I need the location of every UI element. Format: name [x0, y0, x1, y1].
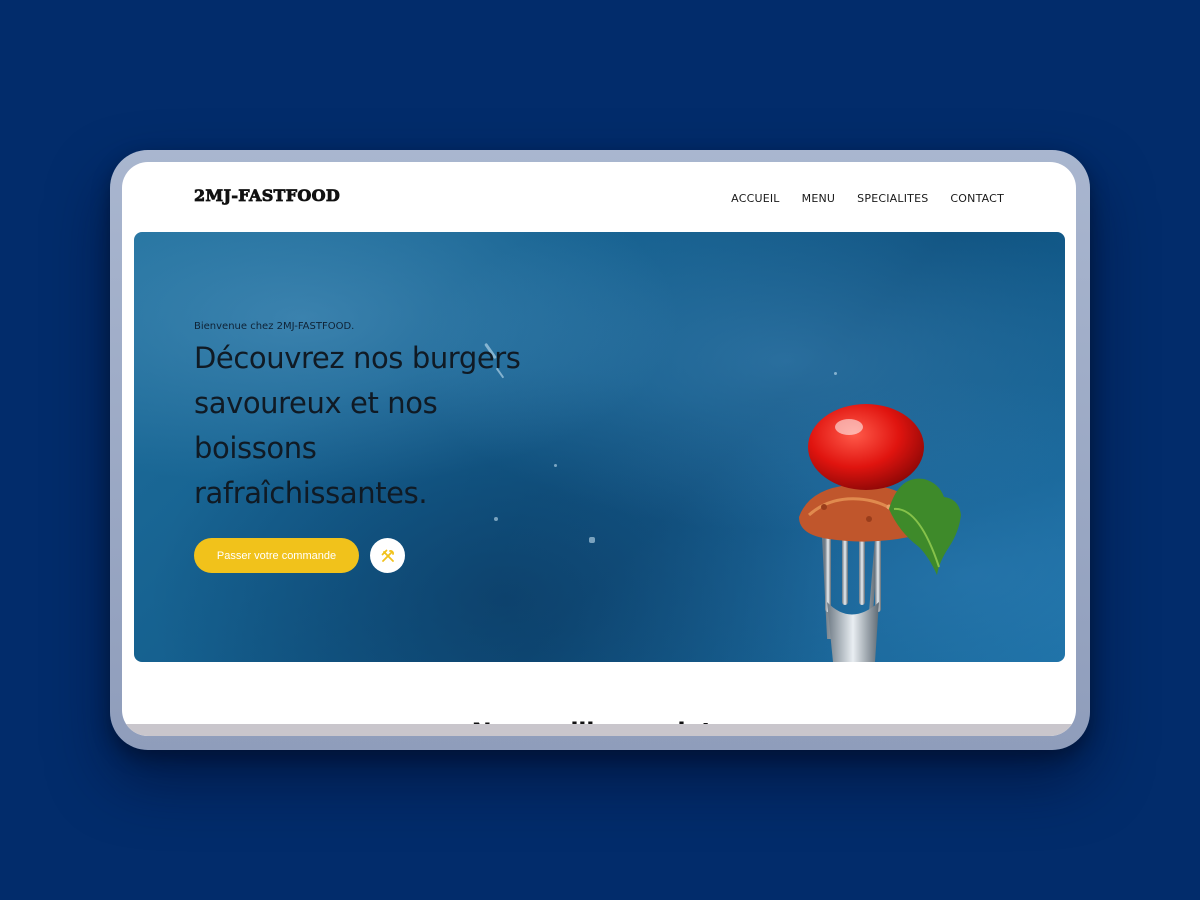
hero-speck	[554, 464, 557, 467]
nav-item-accueil[interactable]: ACCUEIL	[731, 192, 779, 205]
nav-item-menu[interactable]: MENU	[802, 192, 836, 205]
hero-title: Découvrez nos burgers savoureux et nos b…	[194, 341, 521, 510]
browser-screen: 2MJ-FASTFOOD ACCUEIL MENU SPECIALITES CO…	[122, 162, 1076, 736]
hero-speck	[494, 517, 498, 521]
tomato-on-fork-image	[799, 404, 961, 662]
hero-speck	[589, 537, 595, 543]
screen-bottom-edge	[122, 724, 1076, 736]
utensils-button[interactable]	[370, 538, 405, 573]
site-logo[interactable]: 2MJ-FASTFOOD	[194, 186, 341, 206]
hero-banner: Bienvenue chez 2MJ-FASTFOOD. Découvrez n…	[134, 232, 1065, 662]
main-nav: ACCUEIL MENU SPECIALITES CONTACT	[731, 192, 1004, 205]
nav-item-contact[interactable]: CONTACT	[950, 192, 1004, 205]
order-button[interactable]: Passer votre commande	[194, 538, 359, 573]
utensils-icon	[380, 548, 396, 564]
hero-speck	[834, 372, 837, 375]
hero-eyebrow: Bienvenue chez 2MJ-FASTFOOD.	[194, 321, 355, 332]
device-frame: 2MJ-FASTFOOD ACCUEIL MENU SPECIALITES CO…	[110, 150, 1090, 750]
nav-item-specialites[interactable]: SPECIALITES	[857, 192, 928, 205]
